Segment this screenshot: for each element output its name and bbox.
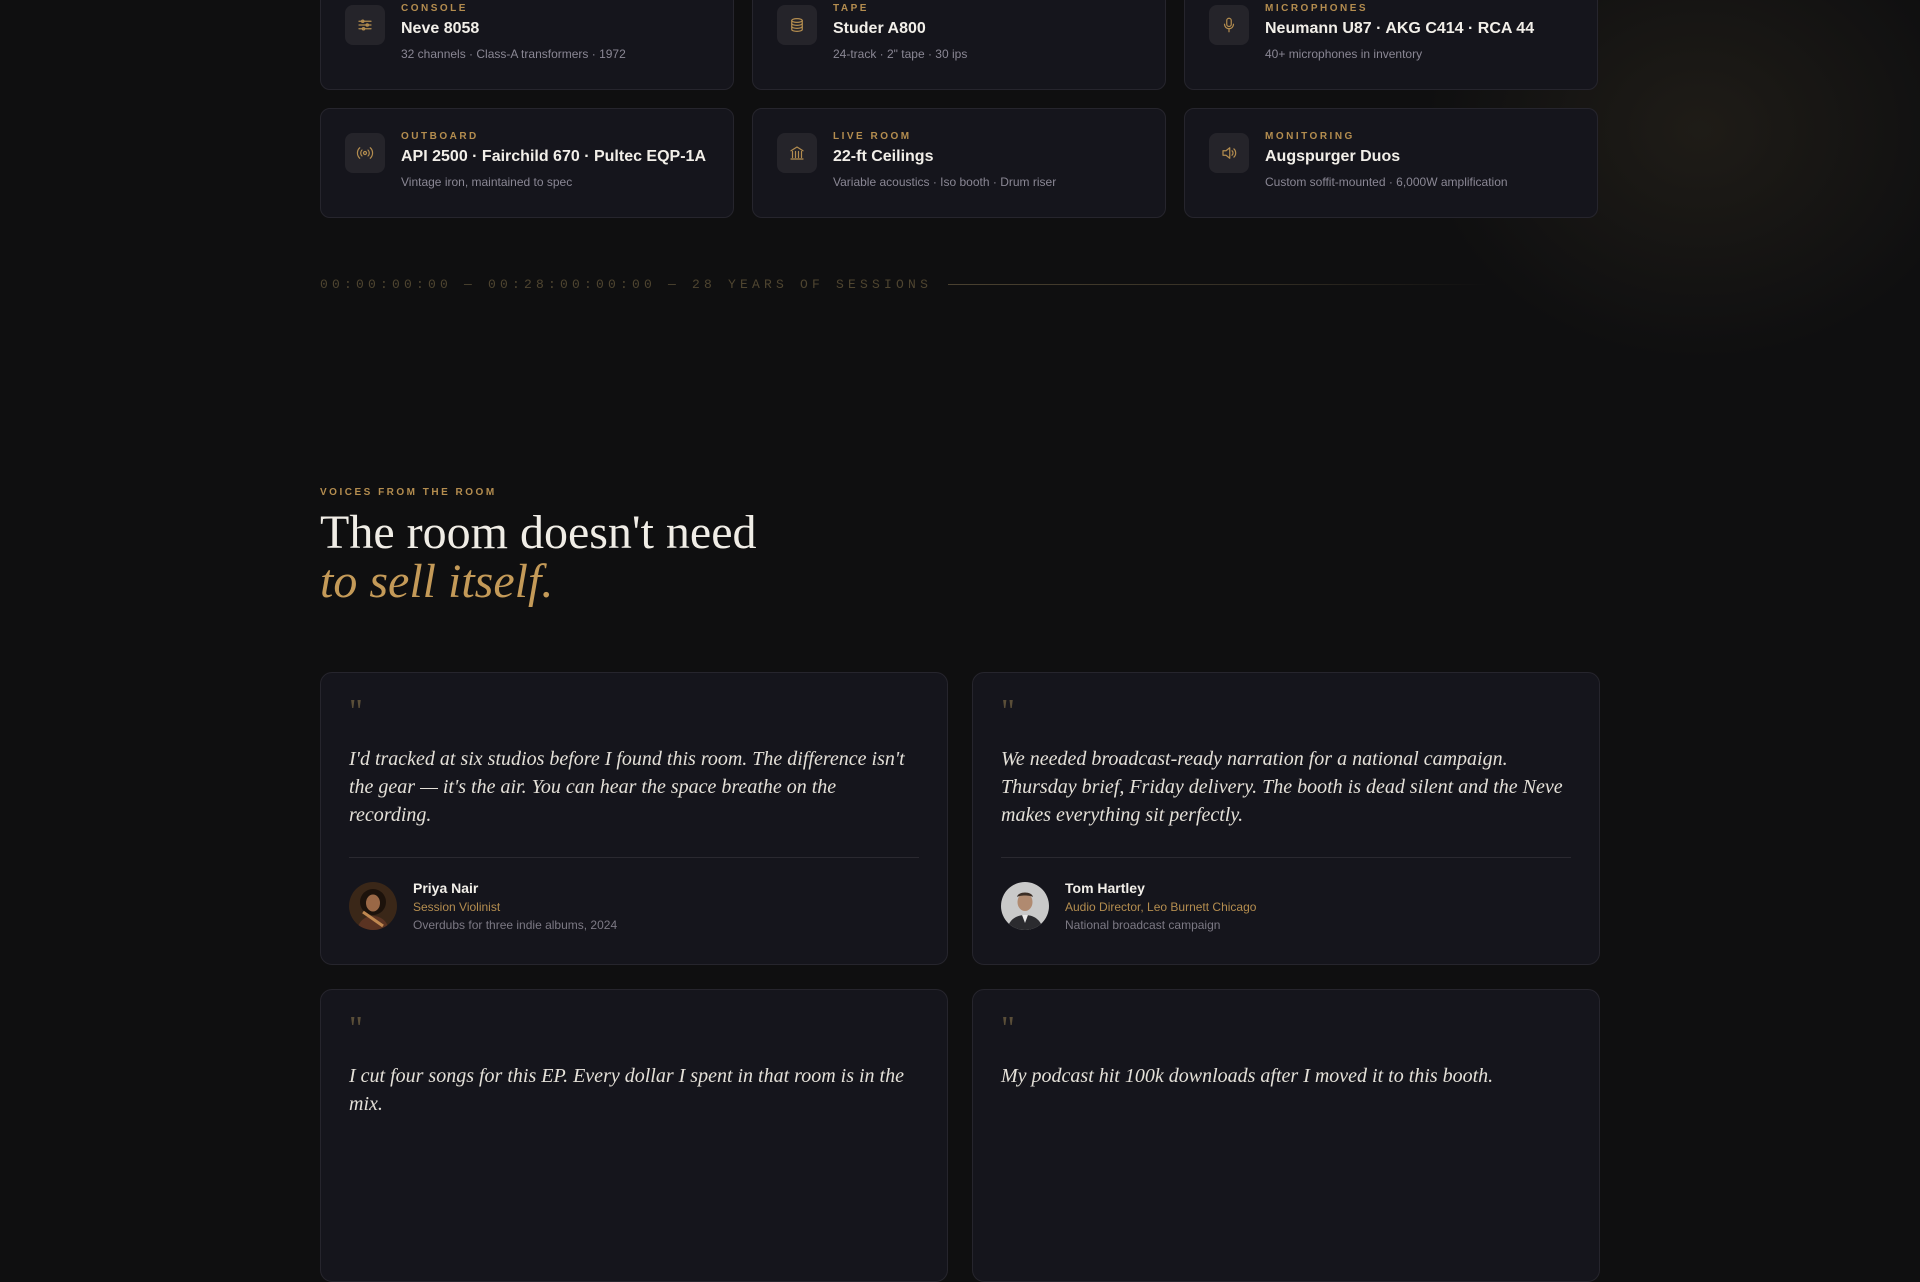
spec-title: 22-ft Ceilings — [833, 148, 934, 165]
quote-mark-icon: " — [349, 1010, 363, 1047]
testimonial-quote: I cut four songs for this EP. Every doll… — [349, 1065, 904, 1115]
spec-title: Neve 8058 — [401, 20, 480, 37]
headline-line-1: The room doesn't need — [320, 506, 757, 559]
spec-card-console: CONSOLE Neve 8058 32 channels · Class-A … — [320, 0, 734, 90]
tape-reel-icon — [777, 5, 817, 45]
divider — [349, 857, 919, 858]
microphone-icon — [1209, 5, 1249, 45]
author-role: Audio Director, Leo Burnett Chicago — [1065, 900, 1257, 914]
spec-category: MONITORING — [1265, 131, 1355, 142]
section-eyebrow: VOICES FROM THE ROOM — [320, 487, 497, 498]
testimonial-card: " I cut four songs for this EP. Every do… — [320, 989, 948, 1282]
spec-category: LIVE ROOM — [833, 131, 912, 142]
broadcast-icon — [345, 133, 385, 173]
spec-card-microphones: MICROPHONES Neumann U87 · AKG C414 · RCA… — [1184, 0, 1598, 90]
spec-title: API 2500 · Fairchild 670 · Pultec EQP-1A — [401, 148, 706, 165]
avatar — [1001, 882, 1049, 930]
avatar — [349, 882, 397, 930]
testimonial-card: " I'd tracked at six studios before I fo… — [320, 672, 948, 965]
spec-category: CONSOLE — [401, 3, 468, 14]
spec-category: MICROPHONES — [1265, 3, 1369, 14]
spec-title: Augspurger Duos — [1265, 148, 1401, 165]
quote-mark-icon: " — [1001, 1010, 1015, 1047]
spec-description: Variable acoustics · Iso booth · Drum ri… — [833, 175, 1057, 189]
author-name: Priya Nair — [413, 880, 479, 896]
testimonial-quote: We needed broadcast-ready narration for … — [1001, 748, 1563, 826]
testimonial-author: Priya Nair Session Violinist Overdubs fo… — [349, 880, 919, 932]
testimonial-quote: I'd tracked at six studios before I foun… — [349, 748, 905, 826]
author-name: Tom Hartley — [1065, 880, 1145, 896]
spec-card-monitoring: MONITORING Augspurger Duos Custom soffit… — [1184, 108, 1598, 218]
author-meta: Overdubs for three indie albums, 2024 — [413, 918, 618, 932]
quote-mark-icon: " — [349, 693, 363, 730]
timeline-divider — [948, 284, 1489, 285]
testimonial-author: Tom Hartley Audio Director, Leo Burnett … — [1001, 880, 1571, 932]
equipment-grid: CONSOLE Neve 8058 32 channels · Class-A … — [320, 0, 1600, 218]
sliders-icon — [345, 5, 385, 45]
spec-description: 40+ microphones in inventory — [1265, 47, 1423, 61]
timecode-timeline: 00:00:00:00 — 00:28:00:00:00 — 28 YEARS … — [320, 277, 1600, 292]
building-icon — [777, 133, 817, 173]
spec-category: OUTBOARD — [401, 131, 479, 142]
testimonial-card: " We needed broadcast-ready narration fo… — [972, 672, 1600, 965]
divider — [1001, 857, 1571, 858]
spec-card-tape: TAPE Studer A800 24-track · 2" tape · 30… — [752, 0, 1166, 90]
spec-title: Studer A800 — [833, 20, 926, 37]
spec-category: TAPE — [833, 3, 869, 14]
headline-line-2: to sell itself. — [320, 555, 554, 608]
testimonial-card: " My podcast hit 100k downloads after I … — [972, 989, 1600, 1282]
spec-description: 24-track · 2" tape · 30 ips — [833, 47, 968, 61]
spec-card-live-room: LIVE ROOM 22-ft Ceilings Variable acoust… — [752, 108, 1166, 218]
spec-description: Custom soffit-mounted · 6,000W amplifica… — [1265, 175, 1508, 189]
author-meta: National broadcast campaign — [1065, 918, 1221, 932]
testimonial-quote: My podcast hit 100k downloads after I mo… — [1001, 1065, 1494, 1087]
author-role: Session Violinist — [413, 900, 501, 914]
spec-description: Vintage iron, maintained to spec — [401, 175, 573, 189]
speaker-icon — [1209, 133, 1249, 173]
quote-mark-icon: " — [1001, 693, 1015, 730]
spec-description: 32 channels · Class-A transformers · 197… — [401, 47, 626, 61]
timecode-text: 00:00:00:00 — 00:28:00:00:00 — 28 YEARS … — [320, 277, 933, 292]
spec-title: Neumann U87 · AKG C414 · RCA 44 — [1265, 20, 1535, 37]
spec-card-outboard: OUTBOARD API 2500 · Fairchild 670 · Pult… — [320, 108, 734, 218]
section-headline: The room doesn't need to sell itself. — [320, 508, 1600, 606]
testimonials-grid: " I'd tracked at six studios before I fo… — [320, 672, 1600, 1282]
